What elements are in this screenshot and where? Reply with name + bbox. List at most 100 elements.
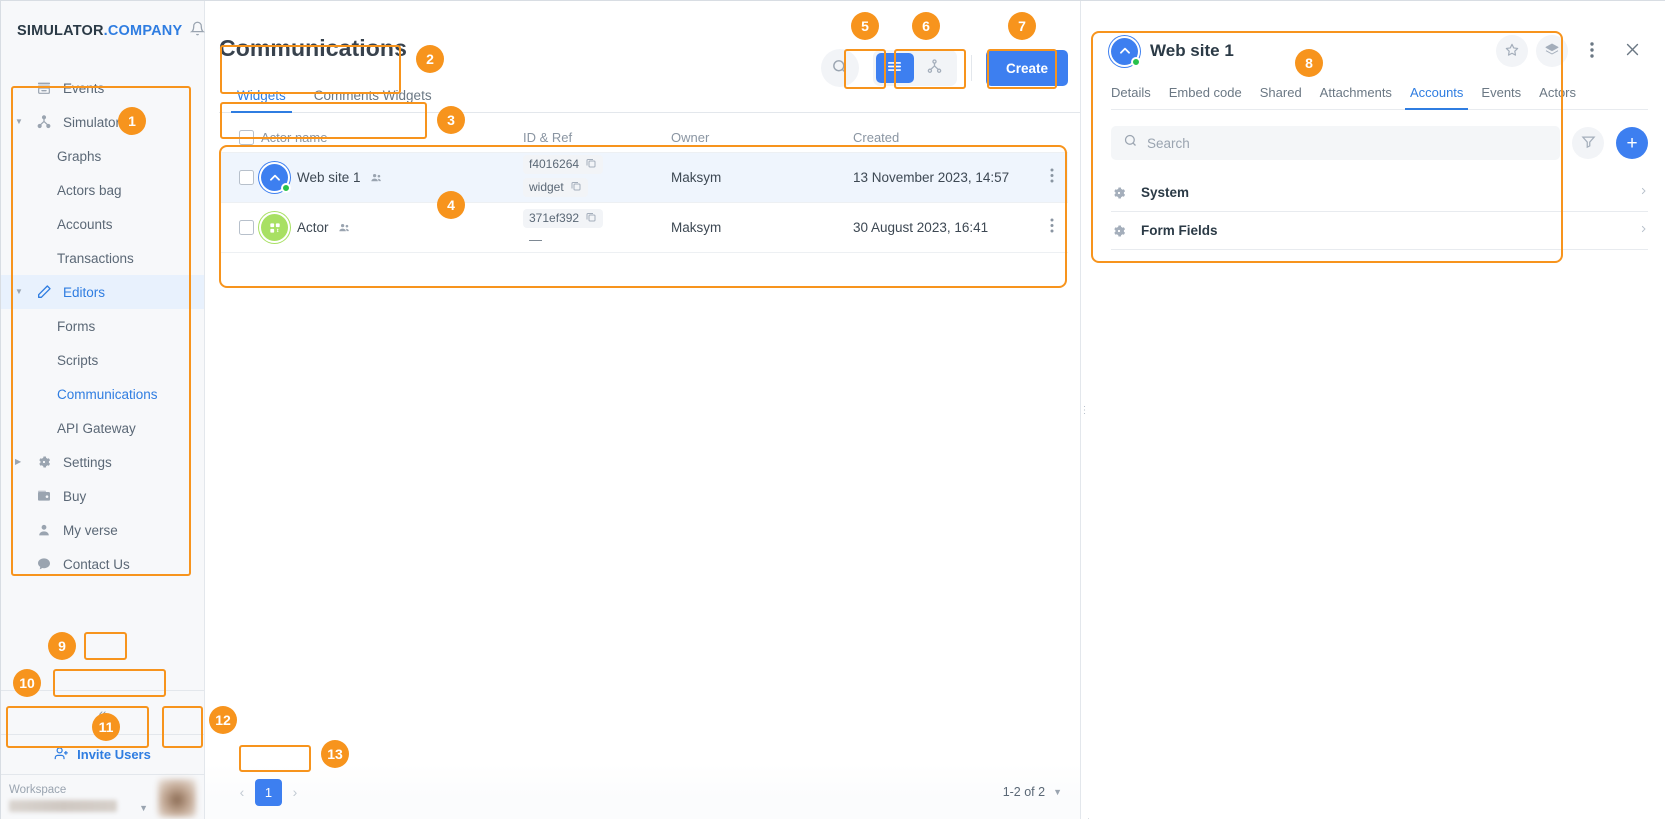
prev-page-button[interactable]: ‹ [231, 779, 253, 805]
main-footer: ‹ 1 › 1-2 of 2 ▼ [205, 764, 1080, 819]
pencil-icon [35, 283, 53, 301]
invite-users-button[interactable]: Invite Users [54, 746, 151, 764]
detail-tab-actors[interactable]: Actors [1530, 81, 1585, 109]
sidebar-item-simulator[interactable]: ▼ Simulator [1, 105, 204, 139]
workspace-row: Workspace ▼ [1, 774, 204, 819]
detail-avatar [1111, 37, 1141, 67]
view-switcher [872, 50, 957, 86]
sidebar-item-editors[interactable]: ▼ Editors [1, 275, 204, 309]
sidebar-item-accounts[interactable]: Accounts [1, 207, 204, 241]
sidebar-item-scripts[interactable]: Scripts [1, 343, 204, 377]
ref-value: widget [529, 180, 564, 194]
filter-button[interactable] [1572, 127, 1604, 159]
sidebar-item-communications[interactable]: Communications [1, 377, 204, 411]
sidebar-item-label: Settings [63, 454, 112, 470]
pagination: ‹ 1 › [231, 778, 306, 806]
next-page-button[interactable]: › [284, 779, 306, 805]
layers-button[interactable] [1536, 35, 1568, 67]
tree-view-button[interactable] [916, 53, 954, 83]
id-chip[interactable]: f4016264 [523, 154, 604, 174]
ref-chip[interactable]: widget [523, 177, 588, 197]
chevron-down-icon[interactable]: ▼ [15, 118, 25, 126]
close-panel-button[interactable] [1616, 35, 1648, 67]
detail-tab-attachments[interactable]: Attachments [1311, 81, 1401, 109]
sidebar-item-label: Contact Us [63, 556, 130, 572]
row-kebab-icon[interactable] [1050, 218, 1054, 237]
detail-panel: Web site 1 Details Embed code Shared Att… [1089, 1, 1665, 819]
row-kebab-icon[interactable] [1050, 168, 1054, 187]
detail-tab-events[interactable]: Events [1472, 81, 1530, 109]
account-item-form-fields[interactable]: Form Fields [1111, 212, 1648, 250]
column-owner[interactable]: Owner [671, 130, 853, 145]
search-button[interactable] [820, 49, 859, 87]
app-root: SIMULATOR.COMPANY Events ▼ Simulator Graphs… [0, 0, 1665, 819]
tab-comments-widgets[interactable]: Comments Widgets [300, 82, 446, 112]
column-created[interactable]: Created [853, 130, 1048, 145]
tab-widgets[interactable]: Widgets [223, 82, 300, 113]
cell-actor-name: Web site 1 [261, 164, 523, 193]
panel-splitter[interactable]: ⋮ [1080, 1, 1090, 819]
account-item-system[interactable]: System [1111, 174, 1648, 212]
user-avatar[interactable] [158, 778, 196, 817]
add-account-button[interactable]: + [1616, 127, 1648, 159]
sidebar-item-api-gateway[interactable]: API Gateway [1, 411, 204, 445]
detail-tab-details[interactable]: Details [1111, 81, 1160, 109]
chevron-right-icon[interactable]: ▶ [15, 458, 25, 466]
sidebar-item-label: Communications [57, 386, 158, 402]
copy-icon[interactable] [585, 157, 597, 172]
sidebar-item-forms[interactable]: Forms [1, 309, 204, 343]
sidebar-item-label: My verse [63, 522, 118, 538]
sidebar-item-label: Events [63, 80, 105, 96]
create-button[interactable]: Create [985, 50, 1068, 86]
table-row[interactable]: Actor 371ef392 — Maksym 30 August 2023, 16:4… [219, 203, 1068, 253]
select-all-checkbox[interactable] [239, 130, 254, 145]
result-range[interactable]: 1-2 of 2 ▼ [1003, 785, 1062, 799]
workspace-select[interactable]: Workspace ▼ [9, 779, 150, 817]
sidebar-item-actors-bag[interactable]: Actors bag [1, 173, 204, 207]
sidebar-item-transactions[interactable]: Transactions [1, 241, 204, 275]
chevron-right-icon [1639, 222, 1648, 239]
select-all-cell [219, 130, 261, 145]
detail-tab-shared[interactable]: Shared [1251, 81, 1311, 109]
collapse-sidebar-button[interactable]: « [81, 700, 125, 726]
list-view-button[interactable] [875, 53, 914, 83]
sidebar-item-contact-us[interactable]: Contact Us [1, 547, 204, 581]
detail-search-box[interactable] [1111, 126, 1560, 160]
tree-view-icon [926, 58, 943, 78]
column-id-ref[interactable]: ID & Ref [523, 130, 671, 145]
actor-name-label: Actor [297, 220, 329, 235]
column-actor-name[interactable]: Actor name [261, 130, 523, 145]
copy-icon[interactable] [585, 211, 597, 226]
chevron-down-icon[interactable]: ▼ [15, 288, 25, 296]
sidebar-item-label: Forms [57, 318, 96, 334]
copy-icon[interactable] [570, 180, 582, 195]
more-options-button[interactable] [1576, 35, 1608, 67]
page-1-button[interactable]: 1 [255, 778, 282, 806]
sidebar-item-label: Buy [63, 488, 87, 504]
detail-tab-accounts[interactable]: Accounts [1401, 81, 1472, 110]
row-select-cell [219, 170, 261, 185]
row-checkbox[interactable] [239, 170, 254, 185]
id-chip[interactable]: 371ef392 [523, 208, 604, 228]
detail-tab-embed-code[interactable]: Embed code [1160, 81, 1251, 109]
detail-search-input[interactable] [1147, 135, 1548, 151]
sidebar-item-buy[interactable]: Buy [1, 479, 204, 513]
sidebar-item-label: Editors [63, 284, 106, 300]
sidebar-item-events[interactable]: Events [1, 71, 204, 105]
app-logo[interactable]: SIMULATOR.COMPANY [17, 23, 182, 39]
cell-actor-name: Actor [261, 214, 523, 241]
id-value: f4016264 [529, 157, 580, 171]
table-row[interactable]: Web site 1 f4016264 widget Maksym 13 Novembe… [219, 153, 1068, 203]
cell-owner: Maksym [671, 220, 722, 235]
sidebar-item-settings[interactable]: ▶ Settings [1, 445, 204, 479]
sidebar-nav: Events ▼ Simulator Graphs Actors bag Accounts… [1, 61, 204, 581]
favorite-button[interactable] [1496, 35, 1528, 67]
cell-id-ref: f4016264 widget [523, 154, 671, 201]
bell-icon[interactable] [190, 21, 206, 41]
row-checkbox[interactable] [239, 220, 254, 235]
sidebar-item-my-verse[interactable]: My verse [1, 513, 204, 547]
sidebar-item-graphs[interactable]: Graphs [1, 139, 204, 173]
blue-chevron-avatar [261, 164, 291, 193]
detail-search-row: + [1111, 126, 1648, 160]
